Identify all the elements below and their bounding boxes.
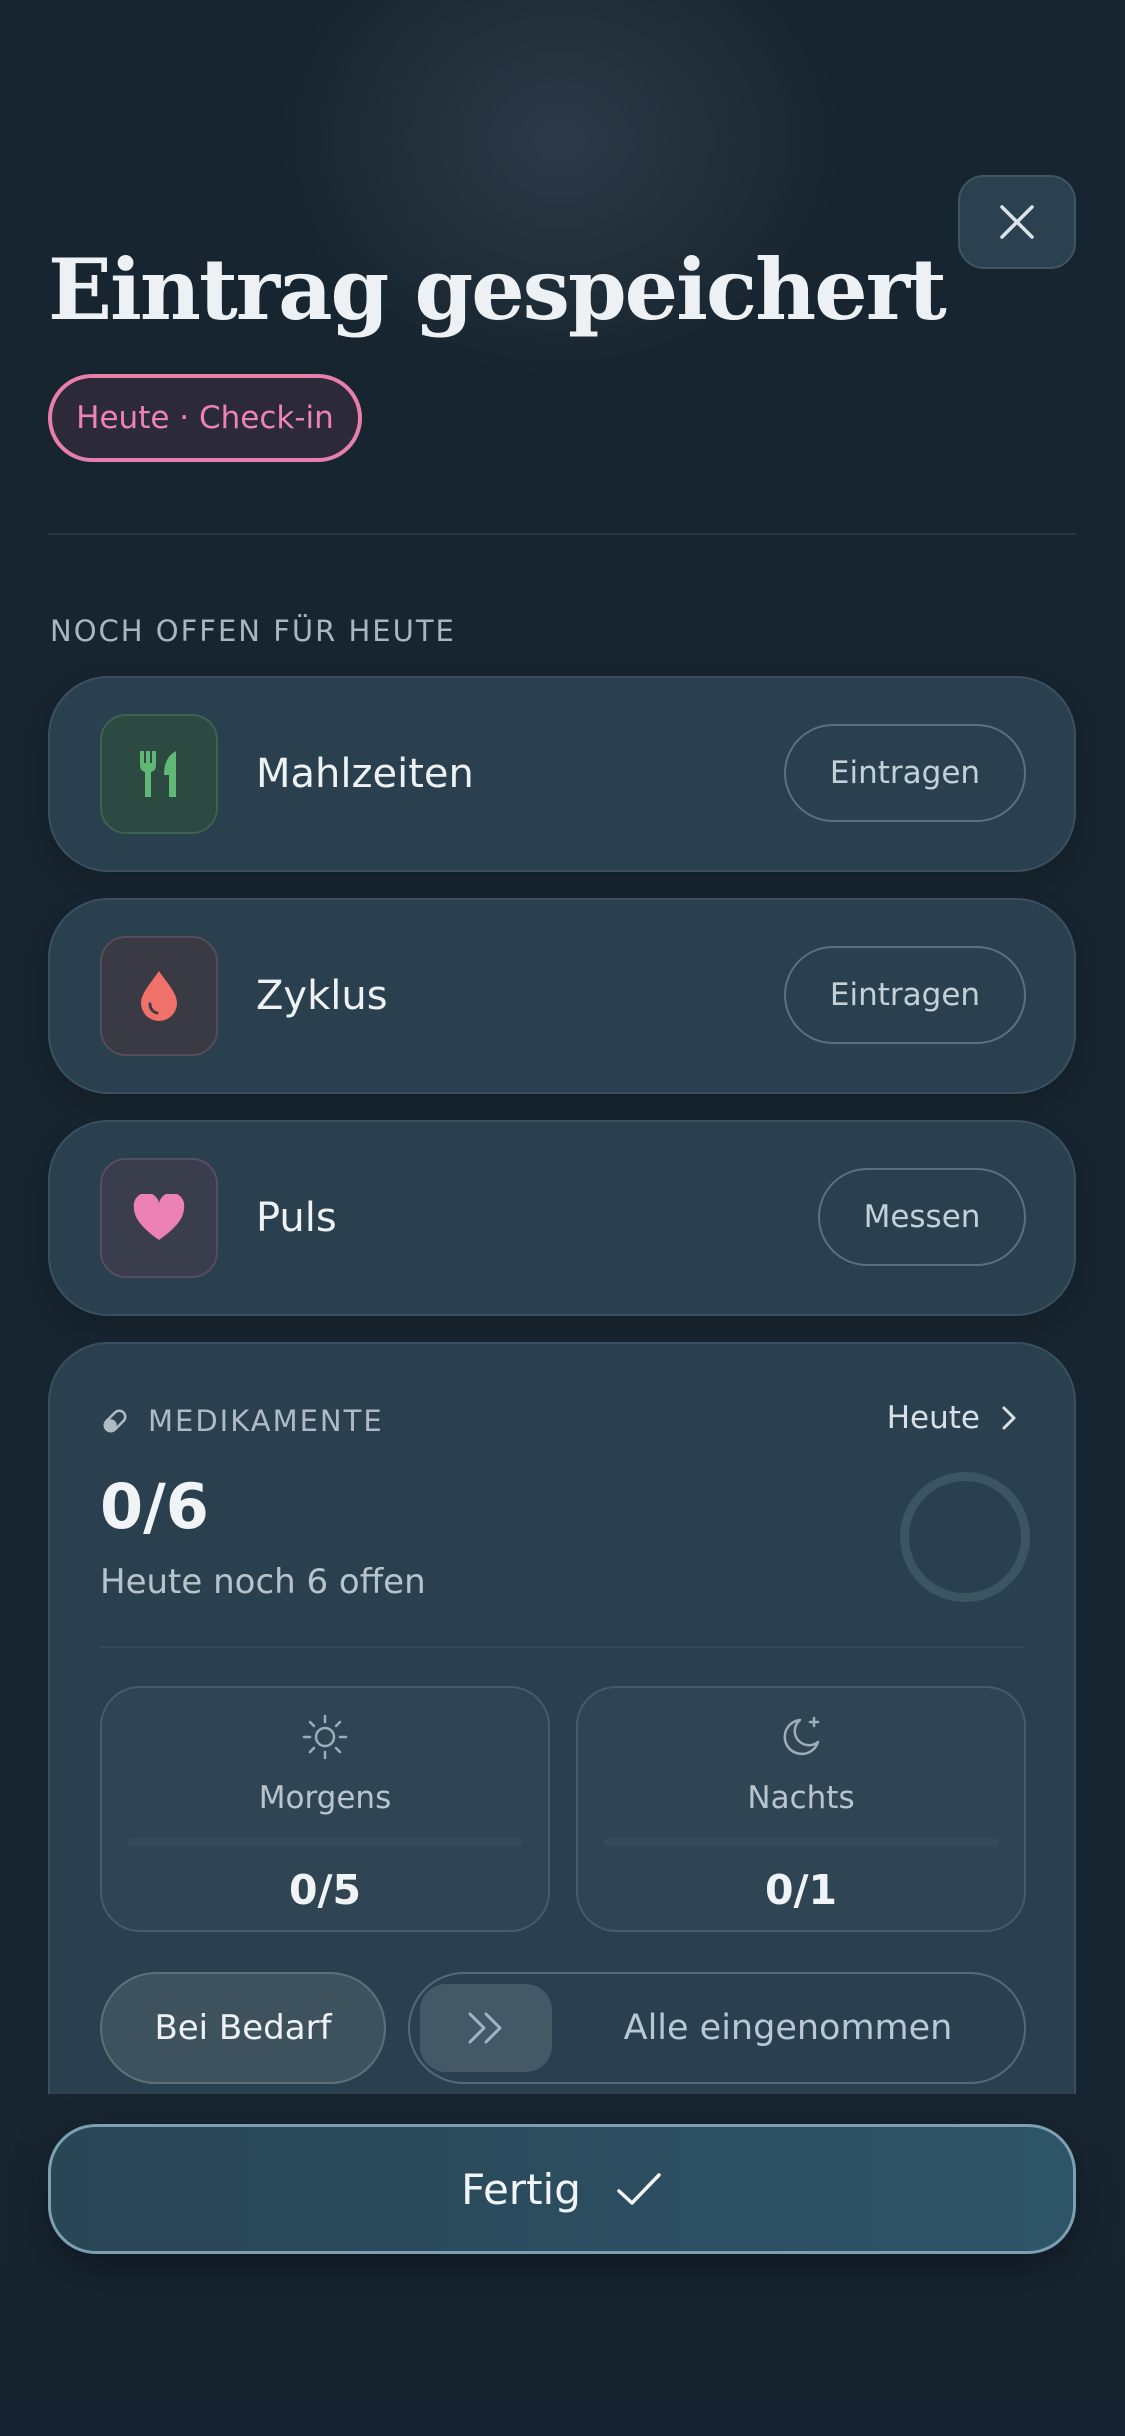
open-item-pulse[interactable]: Puls Messen	[48, 1120, 1076, 1316]
slot-morning-bar	[128, 1838, 522, 1846]
moon-icon	[783, 1716, 820, 1756]
slot-night-bar	[604, 1838, 998, 1846]
slot-night-label: Nachts	[747, 1780, 855, 1816]
open-item-cycle[interactable]: Zyklus Eintragen	[48, 898, 1076, 1094]
slot-night-value: 0/1	[764, 1866, 838, 1914]
medication-label: MEDIKAMENTE	[148, 1404, 384, 1438]
meals-label: Mahlzeiten	[256, 751, 474, 797]
meals-icon-box	[100, 714, 218, 834]
medication-card: MEDIKAMENTE Heute 0/6 Heute noch 6 offen…	[48, 1342, 1076, 2102]
page-title: Eintrag gespeichert	[48, 240, 947, 339]
pulse-measure-button[interactable]: Messen	[818, 1168, 1026, 1266]
slot-morning-value: 0/5	[288, 1866, 362, 1914]
slot-night[interactable]: Nachts 0/1	[576, 1686, 1026, 1932]
heart-icon	[133, 1194, 185, 1240]
medication-today-link[interactable]: Heute	[887, 1400, 1020, 1436]
pulse-label: Puls	[256, 1195, 337, 1241]
medication-link-label: Heute	[886, 1400, 980, 1436]
fork-knife-icon	[140, 751, 176, 797]
open-item-meals[interactable]: Mahlzeiten Eintragen	[48, 676, 1076, 872]
as-needed-button[interactable]: Bei Bedarf	[100, 1972, 386, 2084]
pulse-icon-box	[100, 1158, 218, 1278]
done-label: Fertig	[461, 2164, 581, 2214]
close-icon	[1000, 205, 1034, 239]
medication-subtitle: Heute noch 6 offen	[100, 1562, 426, 1602]
header-divider	[48, 533, 1076, 535]
double-chevron-right-icon	[468, 2012, 502, 2044]
drop-icon	[141, 971, 177, 1021]
close-button[interactable]	[958, 175, 1076, 269]
done-button[interactable]: Fertig	[48, 2124, 1076, 2254]
all-taken-slider[interactable]: Alle eingenommen	[408, 1972, 1026, 2084]
slot-morning-label: Morgens	[258, 1780, 392, 1816]
cycle-icon-box	[100, 936, 218, 1056]
section-label-open: NOCH OFFEN FÜR HEUTE	[50, 614, 456, 648]
chevron-right-icon	[1002, 1406, 1016, 1430]
pill-icon	[103, 1409, 127, 1433]
medication-header: MEDIKAMENTE	[100, 1404, 384, 1438]
slider-label: Alle eingenommen	[623, 2008, 953, 2048]
medication-divider	[100, 1646, 1024, 1648]
slot-morning[interactable]: Morgens 0/5	[100, 1686, 550, 1932]
top-glow	[250, 0, 870, 400]
checkin-tag: Heute · Check-in	[48, 374, 362, 462]
slider-handle[interactable]	[420, 1984, 552, 2072]
medication-progress-ring	[900, 1472, 1030, 1602]
cycle-label: Zyklus	[256, 973, 388, 1019]
medication-count: 0/6	[100, 1470, 209, 1543]
sun-icon	[302, 1714, 348, 1760]
check-icon	[617, 2173, 661, 2205]
cycle-enter-button[interactable]: Eintragen	[784, 946, 1026, 1044]
meals-enter-button[interactable]: Eintragen	[784, 724, 1026, 822]
